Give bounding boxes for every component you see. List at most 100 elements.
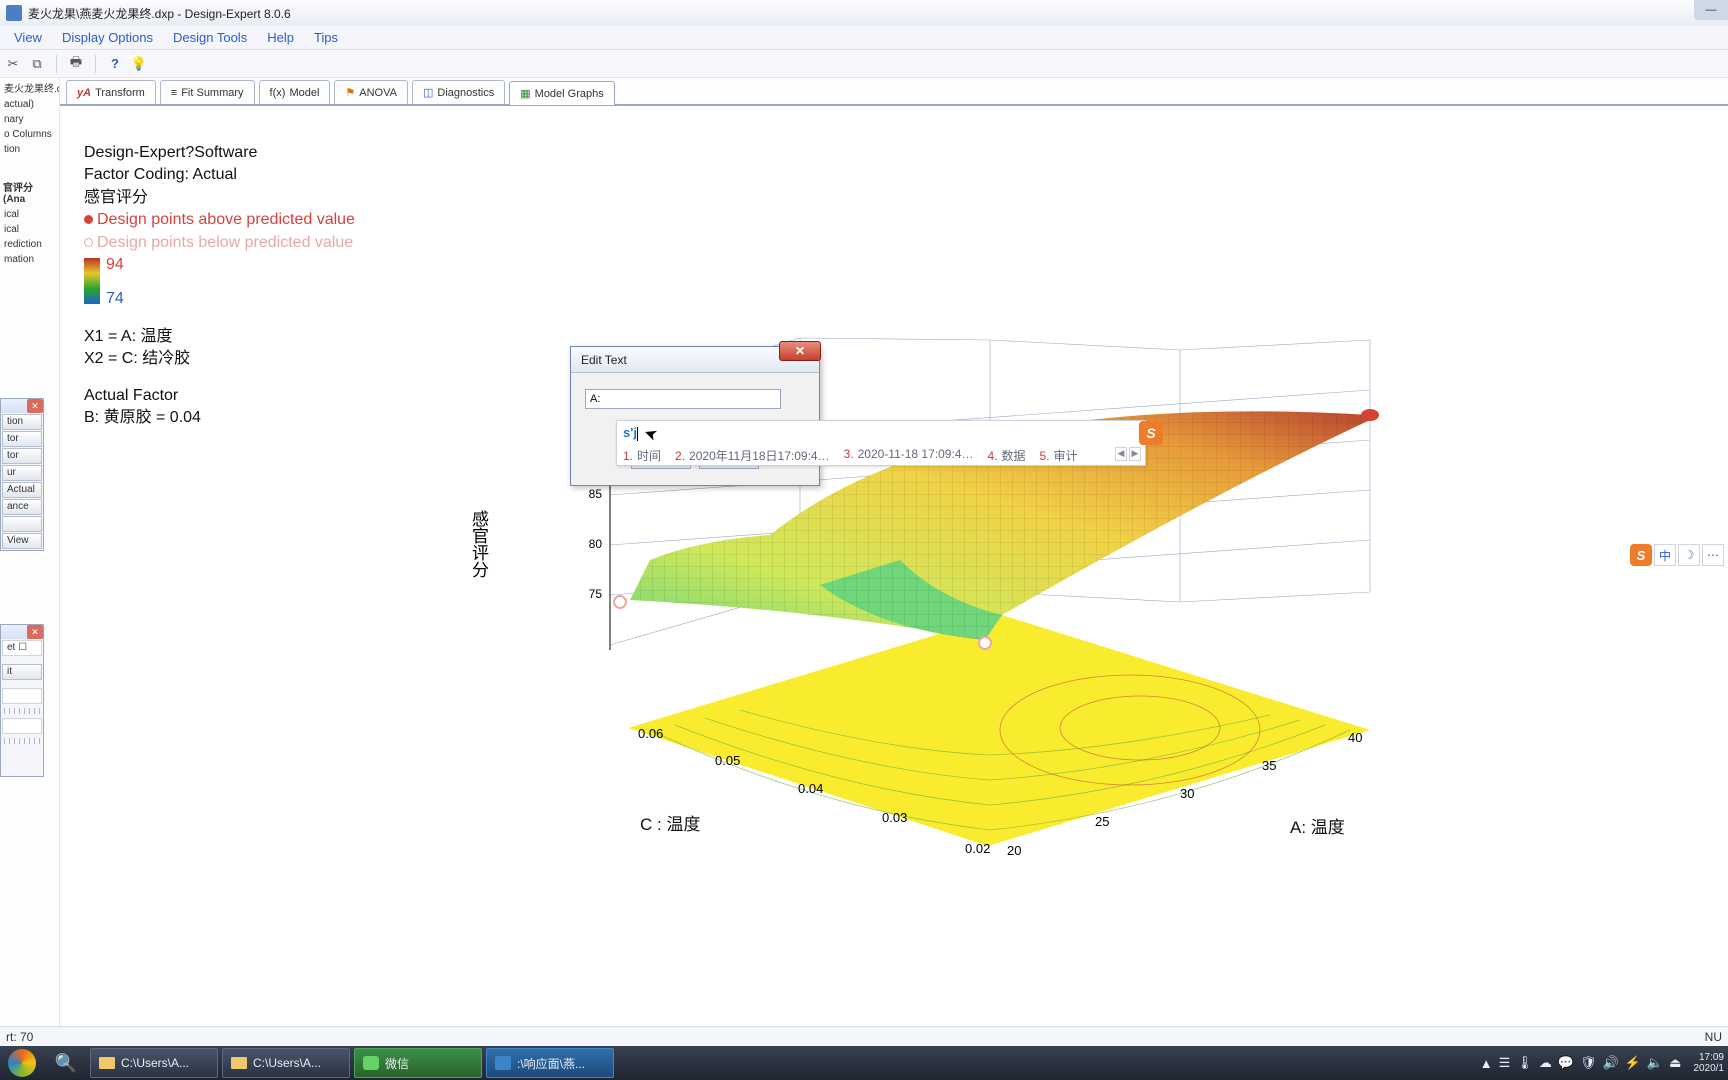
app-icon	[6, 5, 22, 21]
tree-item[interactable]: tion	[0, 142, 59, 157]
panel-item[interactable]: ance	[2, 499, 42, 515]
edit-text-input[interactable]	[585, 389, 781, 409]
panel-item[interactable]: it	[2, 664, 42, 680]
floating-panel-settings[interactable]: ✕ et ☐ it	[0, 624, 44, 777]
response-name: 感官评分	[84, 187, 355, 209]
panel-item[interactable]	[2, 516, 42, 532]
lightbulb-icon[interactable]: 💡	[130, 55, 148, 73]
tray-icon[interactable]: 🌡	[1516, 1055, 1533, 1071]
tree-item[interactable]: rediction	[0, 237, 59, 252]
ime-candidate[interactable]: 1.时间	[623, 447, 661, 464]
chart-area: Design-Expert?Software Factor Coding: Ac…	[60, 106, 1728, 1046]
menu-display-options[interactable]: Display Options	[52, 27, 163, 48]
panel-item[interactable]: tor	[2, 448, 42, 464]
dialog-titlebar[interactable]: Edit Text ✕	[571, 347, 819, 373]
tab-label: Model Graphs	[535, 88, 604, 100]
taskbar-item-wechat[interactable]: 微信	[354, 1048, 482, 1078]
surface-chart[interactable]: 感官评分	[520, 230, 1390, 870]
next-icon: ▶	[1129, 447, 1141, 461]
panel-row[interactable]: et ☐	[2, 640, 42, 656]
panel-slider[interactable]	[4, 738, 40, 744]
tree-item[interactable]: o Columns	[0, 127, 59, 142]
chart-legend-block: Design-Expert?Software Factor Coding: Ac…	[84, 142, 355, 430]
actual-factor-heading: Actual Factor	[84, 385, 355, 407]
copy-icon[interactable]: ⧉	[28, 55, 46, 73]
clock-date: 2020/1	[1693, 1063, 1724, 1074]
tab-label: Transform	[95, 87, 145, 99]
panel-input[interactable]	[2, 718, 42, 734]
menu-view[interactable]: View	[4, 27, 52, 48]
ime-candidate[interactable]: 5.审计	[1040, 447, 1078, 464]
taskbar-item[interactable]: C:\Users\A...	[222, 1048, 350, 1078]
tray-icon[interactable]: ☰	[1499, 1055, 1511, 1071]
ime-candidate-bar[interactable]: s'j 1.时间 2.2020年11月18日17:09:4… 3.2020-11…	[616, 420, 1146, 466]
legend-above: Design points above predicted value	[97, 211, 355, 228]
tray-icon[interactable]: 💬	[1558, 1055, 1574, 1071]
taskbar-item[interactable]: C:\Users\A...	[90, 1048, 218, 1078]
panel-item[interactable]: tion	[2, 414, 42, 430]
help-icon[interactable]: ?	[106, 55, 124, 73]
tray-expand-icon[interactable]: ▲	[1480, 1056, 1493, 1071]
panel-item[interactable]: tor	[2, 431, 42, 447]
tab-fit-summary[interactable]: ≡Fit Summary	[160, 80, 255, 104]
taskbar: 🔍 C:\Users\A... C:\Users\A... 微信 :\响应面\燕…	[0, 1046, 1728, 1080]
close-button[interactable]: ✕	[779, 341, 821, 361]
panel-item[interactable]: Actual	[2, 482, 42, 498]
tray-icon[interactable]: 🛡	[1580, 1055, 1597, 1071]
ime-candidate[interactable]: 2.2020年11月18日17:09:4…	[675, 447, 830, 464]
close-icon[interactable]: ✕	[27, 625, 43, 639]
legend-below: Design points below predicted value	[97, 234, 353, 251]
ime-lang-indicator[interactable]: 中	[1654, 544, 1676, 566]
minimize-button[interactable]: —	[1694, 0, 1728, 20]
print-icon[interactable]: 🖶	[67, 55, 85, 73]
left-tree-panel: 麦火龙果终.d actual) nary o Columns tion 官评分 …	[0, 78, 60, 1046]
tree-item[interactable]: mation	[0, 252, 59, 267]
panel-slider[interactable]	[4, 708, 40, 714]
taskbar-item[interactable]: :\响应面\燕...	[486, 1048, 614, 1078]
panel-item[interactable]: View	[2, 533, 42, 549]
colorbar: 94 74	[84, 258, 355, 304]
tray-icon[interactable]: 🔊	[1603, 1055, 1619, 1071]
svg-text:0.02: 0.02	[965, 841, 990, 856]
ime-candidate[interactable]: 4.数据	[987, 447, 1025, 464]
tree-item[interactable]: 麦火龙果终.d	[0, 78, 59, 97]
tree-item[interactable]: ical	[0, 222, 59, 237]
tray-icon[interactable]: ☁	[1539, 1055, 1552, 1071]
tab-model-graphs[interactable]: ▦Model Graphs	[509, 81, 615, 105]
cut-icon[interactable]: ✂	[4, 55, 22, 73]
panel-item[interactable]: ur	[2, 465, 42, 481]
close-icon[interactable]: ✕	[27, 399, 43, 413]
tab-diagnostics[interactable]: ◫Diagnostics	[412, 80, 505, 104]
ime-candidate[interactable]: 3.2020-11-18 17:09:4…	[844, 447, 974, 464]
ime-extra-icon[interactable]: ⋯	[1702, 544, 1724, 566]
colorbar-min: 74	[106, 288, 124, 310]
ime-mode-icon[interactable]: ☽	[1678, 544, 1700, 566]
floating-panel-factors[interactable]: ✕ tion tor tor ur Actual ance View	[0, 398, 44, 551]
menu-help[interactable]: Help	[257, 27, 304, 48]
ime-input-string: s'j	[623, 425, 638, 441]
tray-icon[interactable]: ⚡	[1625, 1055, 1641, 1071]
menu-design-tools[interactable]: Design Tools	[163, 27, 257, 48]
dialog-title: Edit Text	[581, 353, 627, 367]
taskbar-clock[interactable]: 17:09 2020/1	[1693, 1052, 1724, 1074]
tree-item[interactable]: ical	[0, 207, 59, 222]
menu-tips[interactable]: Tips	[304, 27, 348, 48]
tray-volume-icon[interactable]: 🔈	[1647, 1055, 1663, 1071]
sogou-icon[interactable]: S	[1630, 544, 1652, 566]
tab-anova[interactable]: ⚑ANOVA	[334, 80, 408, 104]
sogou-status-float[interactable]: S 中 ☽ ⋯	[1630, 544, 1724, 566]
svg-text:0.05: 0.05	[715, 753, 740, 768]
sogou-logo-icon: S	[1139, 421, 1163, 445]
gradient-bar	[84, 258, 100, 304]
svg-text:0.04: 0.04	[798, 781, 823, 796]
tab-model[interactable]: f(x)Model	[259, 80, 331, 104]
tab-transform[interactable]: yATransform	[66, 80, 156, 104]
ime-pager[interactable]: ◀▶	[1115, 447, 1141, 461]
tree-item[interactable]: actual)	[0, 97, 59, 112]
start-button[interactable]	[0, 1046, 44, 1080]
tree-item[interactable]: nary	[0, 112, 59, 127]
tray-icon[interactable]: ⏏	[1669, 1055, 1681, 1071]
svg-text:35: 35	[1262, 758, 1276, 773]
panel-input[interactable]	[2, 688, 42, 704]
taskbar-search-icon[interactable]: 🔍	[44, 1046, 88, 1080]
